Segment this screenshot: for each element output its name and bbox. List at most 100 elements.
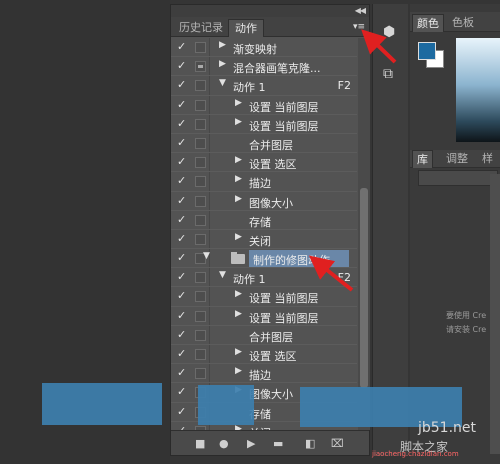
action-row[interactable]: ✓ ▼ 动作 1 F2 <box>171 268 357 288</box>
toggle-item-check[interactable]: ✓ <box>177 366 189 379</box>
toggle-item-check[interactable]: ✓ <box>177 347 189 360</box>
library-scrollbar[interactable] <box>490 174 500 454</box>
toggle-item-check[interactable]: ✓ <box>177 289 189 302</box>
tab-history[interactable]: 历史记录 <box>173 19 229 37</box>
action-row[interactable]: ✓ 合并图层 <box>171 133 357 154</box>
record-icon[interactable]: ● <box>219 437 229 450</box>
tab-color[interactable]: 颜色 <box>412 14 444 32</box>
scrollbar[interactable] <box>358 38 370 430</box>
action-row[interactable]: ✓ ▶ 图像大小 <box>171 191 357 211</box>
tab-libraries[interactable]: 库 <box>412 150 433 168</box>
panel-menu-icon[interactable]: ▾≡ <box>353 22 365 32</box>
action-row[interactable]: ✓ ▶ 混合器画笔克隆... <box>171 57 357 77</box>
action-row[interactable]: ✓ ▶ 设置 当前图层 <box>171 95 357 115</box>
column-divider <box>209 191 210 210</box>
toggle-dialog-box[interactable] <box>195 329 206 341</box>
toggle-item-check[interactable]: ✓ <box>177 78 189 91</box>
toggle-dialog-box[interactable] <box>195 118 206 130</box>
toggle-dialog-box[interactable] <box>195 214 206 226</box>
action-row[interactable]: ✓ ▶ 设置 当前图层 <box>171 306 357 326</box>
tab-swatches[interactable]: 色板 <box>448 14 478 32</box>
new-action-icon[interactable]: ◧ <box>305 437 315 450</box>
action-row[interactable]: ✓ ▶ 设置 选区 <box>171 153 357 173</box>
expand-right-icon[interactable]: ▶ <box>235 117 242 127</box>
new-set-icon[interactable]: ▬ <box>273 437 283 450</box>
expand-right-icon[interactable]: ▶ <box>219 40 226 50</box>
action-set-row[interactable]: ✓ ▼ 制作的修图动作 <box>171 249 357 269</box>
toggle-dialog-box[interactable] <box>195 195 206 207</box>
expand-down-icon[interactable]: ▼ <box>219 270 226 280</box>
library-tabs: 库 调整 样 <box>410 150 500 168</box>
action-label: 图像大小 <box>249 388 293 402</box>
toggle-dialog-box[interactable] <box>195 291 206 303</box>
action-row[interactable]: ✓ ▼ 动作 1 F2 <box>171 76 357 96</box>
action-row[interactable]: ✓ ▶ 描边 <box>171 172 357 192</box>
toggle-dialog-box[interactable] <box>195 368 206 380</box>
toggle-dialog-box[interactable] <box>195 42 206 53</box>
expand-right-icon[interactable]: ▶ <box>235 232 242 242</box>
tab-adjustments[interactable]: 调整 <box>442 150 472 168</box>
collapse-icon[interactable]: ◀◀ <box>355 5 366 17</box>
toggle-item-check[interactable]: ✓ <box>177 251 189 264</box>
toggle-item-check[interactable]: ✓ <box>177 328 189 341</box>
tool-preset-icon[interactable]: ⧉ <box>383 66 393 82</box>
toggle-item-check[interactable]: ✓ <box>177 405 189 418</box>
panel-title-bar[interactable]: ◀◀ <box>171 5 369 17</box>
play-icon[interactable]: ▶ <box>247 437 255 450</box>
expand-right-icon[interactable]: ▶ <box>235 309 242 319</box>
toggle-dialog-box[interactable] <box>195 80 206 92</box>
tab-styles[interactable]: 样 <box>478 150 497 168</box>
column-divider <box>209 287 210 306</box>
action-row[interactable]: ✓ ▶ 描边 <box>171 364 357 384</box>
toggle-dialog-box[interactable] <box>195 272 206 284</box>
scrollbar-thumb[interactable] <box>360 188 368 388</box>
expand-right-icon[interactable]: ▶ <box>235 289 242 299</box>
toggle-item-check[interactable]: ✓ <box>177 136 189 149</box>
library-dropdown[interactable] <box>418 170 498 186</box>
toggle-item-check[interactable]: ✓ <box>177 194 189 207</box>
expand-right-icon[interactable]: ▶ <box>235 366 242 376</box>
toggle-item-check[interactable]: ✓ <box>177 270 189 283</box>
toggle-dialog-box[interactable] <box>195 61 206 73</box>
expand-right-icon[interactable]: ▶ <box>235 98 242 108</box>
action-row[interactable]: ✓ ▶ 渐变映射 <box>171 38 357 58</box>
action-row[interactable]: ✓ ▶ 设置 当前图层 <box>171 287 357 307</box>
expand-right-icon[interactable]: ▶ <box>235 347 242 357</box>
tab-actions[interactable]: 动作 <box>228 19 264 37</box>
watermark-block-1 <box>42 383 162 425</box>
toggle-item-check[interactable]: ✓ <box>177 174 189 187</box>
expand-right-icon[interactable]: ▶ <box>235 174 242 184</box>
toggle-item-check[interactable]: ✓ <box>177 40 189 53</box>
toggle-item-check[interactable]: ✓ <box>177 117 189 130</box>
toggle-item-check[interactable]: ✓ <box>177 232 189 245</box>
foreground-swatch[interactable] <box>418 42 436 60</box>
color-spectrum[interactable] <box>456 38 500 142</box>
stop-icon[interactable]: ■ <box>195 437 205 450</box>
action-row[interactable]: ✓ ▶ 设置 当前图层 <box>171 114 357 134</box>
toggle-dialog-box[interactable] <box>195 157 206 169</box>
expand-down-icon[interactable]: ▼ <box>219 78 226 88</box>
toggle-dialog-box[interactable] <box>195 99 206 111</box>
action-label: 动作 1 <box>233 81 266 95</box>
action-row[interactable]: ✓ 存储 <box>171 210 357 230</box>
toggle-dialog-box[interactable] <box>195 233 206 245</box>
action-row[interactable]: ✓ ▶ 关闭 <box>171 229 357 250</box>
action-row[interactable]: ✓ ▶ 设置 选区 <box>171 345 357 365</box>
expand-right-icon[interactable]: ▶ <box>235 194 242 204</box>
action-row[interactable]: ✓ 合并图层 <box>171 325 357 345</box>
toggle-item-check[interactable]: ✓ <box>177 155 189 168</box>
expand-right-icon[interactable]: ▶ <box>219 59 226 69</box>
expand-right-icon[interactable]: ▶ <box>235 155 242 165</box>
toggle-item-check[interactable]: ✓ <box>177 59 189 72</box>
delete-icon[interactable]: ⌧ <box>331 437 344 450</box>
toggle-dialog-box[interactable] <box>195 349 206 360</box>
toggle-item-check[interactable]: ✓ <box>177 98 189 111</box>
toggle-dialog-box[interactable] <box>195 176 206 188</box>
expand-down-icon[interactable]: ▼ <box>203 251 210 261</box>
toggle-item-check[interactable]: ✓ <box>177 213 189 226</box>
toggle-dialog-box[interactable] <box>195 137 206 149</box>
toggle-item-check[interactable]: ✓ <box>177 309 189 322</box>
toggle-item-check[interactable]: ✓ <box>177 385 189 398</box>
3d-cube-icon[interactable]: ⬢ <box>383 24 395 40</box>
toggle-dialog-box[interactable] <box>195 310 206 322</box>
